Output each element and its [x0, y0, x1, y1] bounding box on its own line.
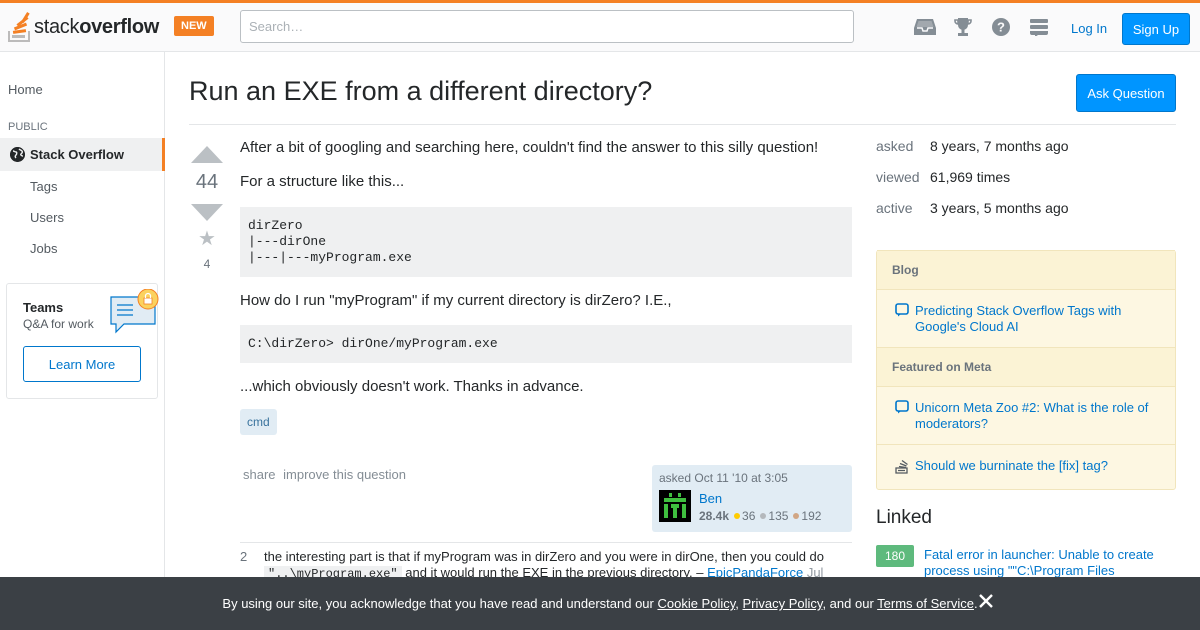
post-menu: share improve this question	[243, 467, 410, 482]
meta-logo-icon	[895, 459, 908, 474]
linked-score[interactable]: 180	[876, 545, 914, 567]
blog-post-link[interactable]: Predicting Stack Overflow Tags with Goog…	[915, 303, 1155, 335]
terms-link[interactable]: Terms of Service	[877, 596, 974, 611]
stat-viewed-label: viewed	[876, 169, 920, 185]
title-divider	[189, 124, 1176, 125]
linked-title: Linked	[876, 507, 932, 528]
owner-name-link[interactable]: Ben	[699, 491, 722, 506]
globe-icon	[10, 147, 25, 162]
silver-badge-count: 135	[768, 509, 789, 523]
meta-post-link[interactable]: Should we burninate the [fix] tag?	[915, 458, 1155, 474]
asked-time: asked Oct 11 '10 at 3:05	[659, 471, 788, 485]
widget-header-blog: Blog	[877, 250, 1175, 290]
top-bar: stackoverflow NEW ? Log In Sign Up	[0, 0, 1200, 52]
svg-text:?: ?	[997, 20, 1005, 35]
linked-question-link[interactable]: Fatal error in launcher: Unable to creat…	[924, 547, 1174, 579]
teams-title: Teams	[23, 300, 64, 315]
ask-question-button[interactable]: Ask Question	[1076, 74, 1176, 112]
logo-text: stackoverflow	[34, 15, 160, 38]
new-badge[interactable]: NEW	[174, 16, 214, 36]
body-paragraph: How do I run "myProgram" if my current d…	[240, 291, 672, 309]
blog-post-icon	[895, 303, 909, 317]
gold-badge-icon	[734, 513, 741, 519]
gold-badge-count: 36	[742, 509, 756, 523]
vote-cell: 44 ★ 4	[190, 146, 224, 271]
downvote-arrow-icon[interactable]	[191, 204, 223, 221]
owner-card: asked Oct 11 '10 at 3:05 Ben 28.4k 36 135 1…	[652, 465, 852, 532]
widget-header-meta: Featured on Meta	[877, 347, 1175, 387]
site-logo[interactable]: stackoverflow	[8, 10, 159, 44]
nav-tags[interactable]: Tags	[30, 179, 57, 194]
stat-viewed-value: 61,969 times	[930, 169, 1011, 185]
body-paragraph: ...which obviously doesn't work. Thanks …	[240, 377, 584, 395]
signup-button[interactable]: Sign Up	[1122, 13, 1190, 45]
question-title[interactable]: Run an EXE from a different directory?	[189, 76, 652, 107]
close-icon[interactable]	[976, 591, 996, 611]
silver-badge-icon	[760, 513, 767, 519]
bronze-badge-icon	[793, 513, 800, 519]
nav-home[interactable]: Home	[8, 82, 43, 97]
achievements-icon[interactable]	[944, 13, 982, 41]
nav-section-public: PUBLIC	[8, 121, 48, 133]
upvote-arrow-icon[interactable]	[191, 146, 223, 163]
meta-post-link[interactable]: Unicorn Meta Zoo #2: What is the role of…	[915, 400, 1155, 432]
stat-asked-label: asked	[876, 138, 914, 154]
cookie-banner: By using our site, you acknowledge that …	[0, 577, 1200, 630]
reputation-score: 28.4k	[699, 509, 730, 523]
body-paragraph: For a structure like this...	[240, 173, 405, 191]
teams-promo: Teams Q&A for work Learn More	[6, 283, 159, 399]
owner-reputation: 28.4k 36 135 192	[699, 509, 821, 523]
stat-active-label: active	[876, 200, 913, 216]
privacy-policy-link[interactable]: Privacy Policy	[743, 596, 823, 611]
stat-active-value: 3 years, 5 months ago	[930, 200, 1069, 216]
tag-cmd[interactable]: cmd	[240, 409, 277, 436]
login-link[interactable]: Log In	[1061, 13, 1117, 44]
top-icons: ?	[906, 13, 1058, 41]
search-input[interactable]	[240, 10, 854, 43]
comment-score: 2	[240, 549, 248, 564]
widget-divider	[877, 444, 1175, 445]
nav-users[interactable]: Users	[30, 210, 64, 225]
avatar[interactable]	[659, 490, 691, 522]
nav-jobs[interactable]: Jobs	[30, 241, 57, 256]
improve-question-link[interactable]: improve this question	[283, 467, 406, 482]
question-body: After a bit of googling and searching he…	[240, 138, 852, 436]
body-paragraph: After a bit of googling and searching he…	[240, 139, 819, 156]
meta-post-icon	[895, 400, 909, 414]
stack-logo-icon	[8, 12, 30, 42]
cookie-policy-link[interactable]: Cookie Policy	[657, 596, 735, 611]
code-block: dirZero |---dirOne |---|---myProgram.exe	[240, 206, 852, 277]
comment-text: the interesting part is that if myProgra…	[264, 549, 825, 564]
learn-more-button[interactable]: Learn More	[23, 346, 141, 382]
share-link[interactable]: share	[243, 467, 276, 482]
stat-asked-value: 8 years, 7 months ago	[930, 138, 1069, 154]
help-icon[interactable]: ?	[982, 13, 1020, 41]
inbox-icon[interactable]	[906, 13, 944, 41]
code-block: C:\dirZero> dirOne/myProgram.exe	[240, 324, 852, 363]
comment-divider	[240, 542, 852, 543]
nav-stack-overflow[interactable]: Stack Overflow	[0, 138, 165, 171]
cookie-text: By using our site, you acknowledge that …	[222, 596, 978, 611]
left-sidebar: Home PUBLIC Stack Overflow Tags Users Jo…	[0, 52, 165, 630]
teams-subtitle: Q&A for work	[23, 317, 94, 331]
vote-count: 44	[195, 171, 219, 193]
sidebar-widget: Blog Predicting Stack Overflow Tags with…	[876, 250, 1176, 490]
bronze-badge-count: 192	[801, 509, 822, 523]
favorite-count: 4	[203, 257, 211, 271]
nav-stack-overflow-label: Stack Overflow	[30, 147, 124, 162]
favorite-star-icon[interactable]: ★	[190, 229, 224, 249]
teams-chat-lock-icon	[110, 289, 159, 334]
site-switcher-icon[interactable]	[1020, 13, 1058, 41]
